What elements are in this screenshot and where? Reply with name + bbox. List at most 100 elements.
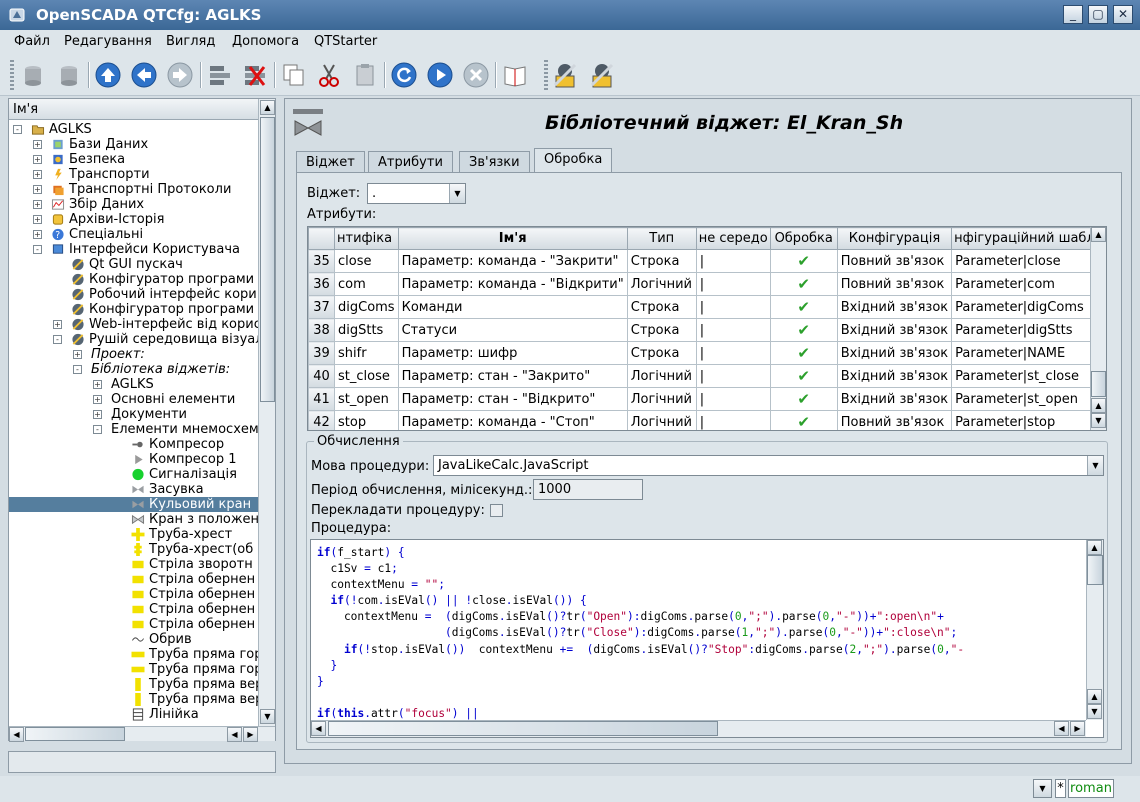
scroll-left-arrow-icon-2[interactable]: ◀ (1054, 721, 1069, 736)
menu-qtstarter[interactable]: QTStarter (314, 34, 377, 49)
tree-item[interactable]: + Збір Даних (9, 197, 258, 212)
cell-config[interactable]: Вхідний зв'язок (836, 318, 953, 342)
expand-icon[interactable]: + (33, 230, 42, 239)
cell-name[interactable]: Параметр: стан - "Закрито" (397, 364, 628, 388)
tab-attributes[interactable]: Атрибути (368, 151, 453, 173)
expand-icon[interactable]: + (93, 395, 102, 404)
cell-type[interactable]: Логічний (626, 387, 697, 411)
scroll-right-arrow-icon[interactable]: ▶ (243, 727, 258, 742)
table-row[interactable]: 42 stop Параметр: команда - "Стоп" Логічний… (308, 410, 1098, 430)
cell-name[interactable]: Параметр: команда - "Закрити" (397, 249, 628, 273)
expand-icon[interactable]: + (33, 140, 42, 149)
cell-workmode[interactable]: | (695, 249, 771, 273)
row-number[interactable]: 41 (308, 387, 335, 411)
cell-processing-check-icon[interactable]: ✔ (769, 364, 838, 388)
cell-name[interactable]: Параметр: стан - "Відкрито" (397, 387, 628, 411)
refresh-icon[interactable] (389, 60, 419, 90)
cell-processing-check-icon[interactable]: ✔ (769, 318, 838, 342)
toolbar-grip-2[interactable] (544, 60, 548, 90)
collapse-icon[interactable]: - (93, 425, 102, 434)
tree-vertical-scrollbar[interactable]: ▲ ▼ (258, 99, 275, 726)
cell-config[interactable]: Вхідний зв'язок (836, 295, 953, 319)
cell-template[interactable]: Parameter|digComs (951, 295, 1098, 319)
scroll-down-arrow-icon[interactable]: ▼ (1091, 413, 1106, 428)
tree-item[interactable]: Труба пряма гор (9, 647, 258, 662)
cell-type[interactable]: Логічний (626, 410, 697, 430)
up-icon[interactable] (93, 60, 123, 90)
cell-processing-check-icon[interactable]: ✔ (769, 295, 838, 319)
cut-icon[interactable] (314, 60, 344, 90)
tree-item[interactable]: Конфігуратор програми (9, 272, 258, 287)
tree-item[interactable]: Робочий інтерфейс кори (9, 287, 258, 302)
cell-workmode[interactable]: | (695, 272, 771, 296)
table-vertical-scrollbar[interactable]: ▲ ▲ ▼ (1090, 227, 1106, 430)
cell-id[interactable]: shifr (334, 341, 399, 365)
cell-workmode[interactable]: | (695, 295, 771, 319)
table-row[interactable]: 37 digComs Команди Строка | ✔ Вхідний зв'язок P… (308, 295, 1098, 319)
tree-item[interactable]: + Проект: (9, 347, 258, 362)
tree-item[interactable]: Труба-хрест (9, 527, 258, 542)
cell-processing-check-icon[interactable]: ✔ (769, 387, 838, 411)
cell-type[interactable]: Строка (626, 295, 697, 319)
col-type[interactable]: Тип (626, 227, 697, 250)
db-save-icon[interactable] (54, 60, 84, 90)
minimize-button[interactable]: _ (1063, 5, 1083, 24)
col-processing[interactable]: Обробка (769, 227, 838, 250)
tree-item[interactable]: Кульовий кран (9, 497, 258, 512)
tree-item[interactable]: Стріла обернен (9, 572, 258, 587)
tree-item[interactable]: Засувка (9, 482, 258, 497)
tree-item[interactable]: Труба пряма вер (9, 692, 258, 707)
row-number[interactable]: 40 (308, 364, 335, 388)
cell-template[interactable]: Parameter|stop (951, 410, 1098, 430)
tree-item[interactable]: + Транспортні Протоколи (9, 182, 258, 197)
tree-item[interactable]: Компресор (9, 437, 258, 452)
qt-cfg2-icon[interactable] (587, 60, 617, 90)
expand-icon[interactable]: + (53, 320, 62, 329)
tree-item[interactable]: + Транспорти (9, 167, 258, 182)
col-rownum[interactable] (308, 227, 335, 250)
cell-workmode[interactable]: | (695, 318, 771, 342)
tree-item[interactable]: Труба пряма гор (9, 662, 258, 677)
cell-config[interactable]: Вхідний зв'язок (836, 364, 953, 388)
tree-hscroll-thumb[interactable] (25, 727, 125, 741)
row-number[interactable]: 42 (308, 410, 335, 430)
tree-item[interactable]: + Архіви-Історія (9, 212, 258, 227)
cell-id[interactable]: close (334, 249, 399, 273)
col-workmode[interactable]: не середо (695, 227, 771, 250)
scroll-up-arrow-icon-2[interactable]: ▲ (1087, 689, 1102, 704)
tree-item[interactable]: Стріла обернен (9, 602, 258, 617)
menu-edit[interactable]: Редагування (64, 34, 152, 49)
window-titlebar[interactable]: OpenSCADA QTCfg: AGLKS _ ▢ ✕ (0, 0, 1140, 30)
tree-item[interactable]: + Web-інтерфейс від корис (9, 317, 258, 332)
code-scroll-thumb[interactable] (1087, 555, 1103, 585)
paste-icon[interactable] (350, 60, 380, 90)
table-row[interactable]: 35 close Параметр: команда - "Закрити" Стро… (308, 249, 1098, 273)
expand-icon[interactable]: + (93, 410, 102, 419)
collapse-icon[interactable]: - (73, 365, 82, 374)
expand-icon[interactable]: + (33, 155, 42, 164)
help-icon[interactable] (500, 60, 530, 90)
table-row[interactable]: 41 st_open Параметр: стан - "Відкрито" Логі… (308, 387, 1098, 411)
tree-item[interactable]: Труба пряма вер (9, 677, 258, 692)
tab-widget[interactable]: Віджет (296, 151, 365, 173)
status-dropdown-icon[interactable]: ▼ (1033, 779, 1052, 798)
cell-processing-check-icon[interactable]: ✔ (769, 341, 838, 365)
cell-name[interactable]: Команди (397, 295, 628, 319)
toolbar-grip[interactable] (10, 60, 14, 90)
stop-icon[interactable] (461, 60, 491, 90)
widget-select[interactable]: . ▼ (367, 183, 466, 204)
copy-icon[interactable] (279, 60, 309, 90)
tree-item[interactable]: Стріла обернен (9, 617, 258, 632)
expand-icon[interactable]: + (93, 380, 102, 389)
attributes-table[interactable]: нтифіка Ім'я Тип не середо Обробка Конфі… (307, 226, 1107, 431)
start-icon[interactable] (425, 60, 455, 90)
row-number[interactable]: 36 (308, 272, 335, 296)
cell-config[interactable]: Повний зв'язок (836, 410, 953, 430)
period-field[interactable]: 1000 (533, 479, 643, 500)
menu-view[interactable]: Вигляд (166, 34, 215, 49)
maximize-button[interactable]: ▢ (1088, 5, 1108, 24)
cell-id[interactable]: st_close (334, 364, 399, 388)
menu-help[interactable]: Допомога (232, 34, 299, 49)
col-name[interactable]: Ім'я (397, 227, 628, 250)
cell-id[interactable]: stop (334, 410, 399, 430)
